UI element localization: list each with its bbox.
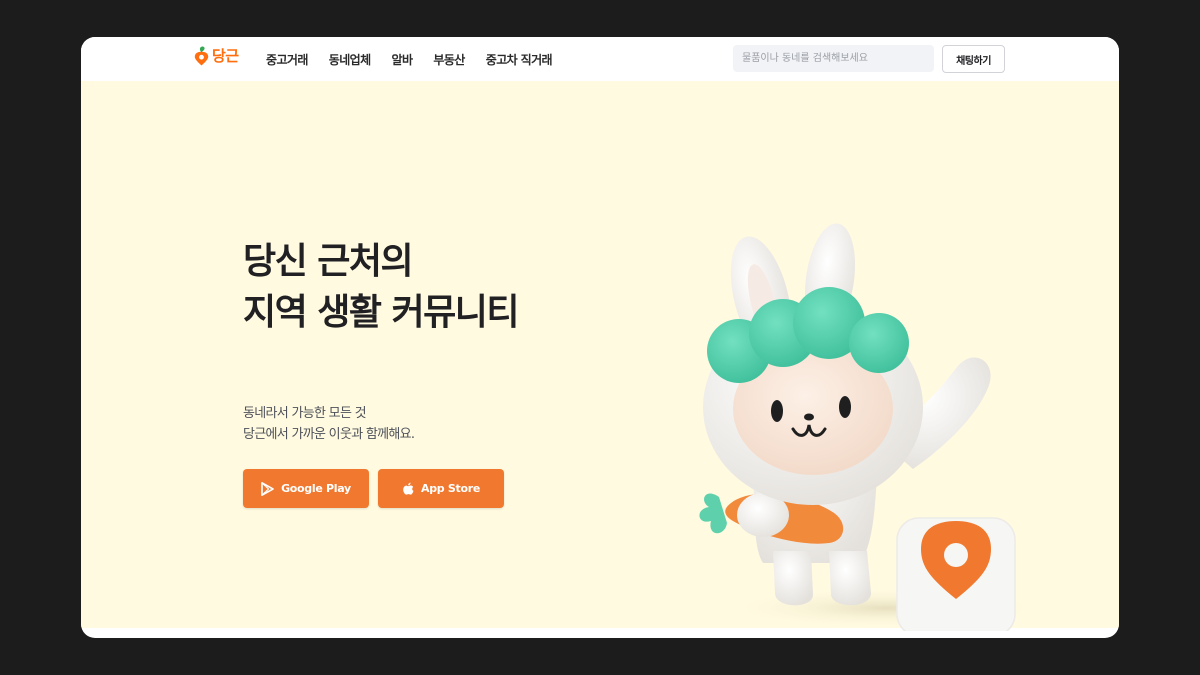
chat-button[interactable]: 채팅하기	[942, 45, 1005, 73]
headline-line-1: 당신 근처의	[243, 241, 414, 282]
menu-item-used-trade[interactable]: 중고거래	[266, 51, 308, 68]
headline-line-2: 지역 생활 커뮤니티	[243, 292, 520, 333]
menu-item-part-time-jobs[interactable]: 알바	[392, 51, 413, 68]
subtitle-line-1: 동네라서 가능한 모든 것	[243, 406, 367, 421]
brand-logo[interactable]: 당근	[194, 45, 239, 66]
bunny-mascot-illustration	[699, 223, 1021, 631]
carrot-pin-icon	[194, 46, 209, 65]
app-store-button[interactable]: App Store	[378, 469, 504, 508]
google-play-icon	[261, 481, 274, 496]
apple-icon	[403, 482, 414, 495]
brand-name: 당근	[212, 47, 239, 65]
menu-item-used-cars[interactable]: 중고차 직거래	[486, 51, 553, 68]
app-store-label: App Store	[420, 482, 480, 495]
hero-section: 당신 근처의 지역 생활 커뮤니티 동네라서 가능한 모든 것 당근에서 가까운…	[81, 81, 1119, 631]
search-input[interactable]	[733, 45, 934, 72]
hero-subtitle: 동네라서 가능한 모든 것 당근에서 가까운 이웃과 함께해요.	[243, 403, 415, 445]
hero-headline: 당신 근처의 지역 생활 커뮤니티	[243, 236, 520, 338]
subtitle-line-2: 당근에서 가까운 이웃과 함께해요.	[243, 427, 415, 442]
menu-item-real-estate[interactable]: 부동산	[433, 51, 465, 68]
menu-item-local-business[interactable]: 동네업체	[329, 51, 371, 68]
google-play-button[interactable]: Google Play	[243, 469, 369, 508]
google-play-label: Google Play	[281, 482, 351, 495]
browser-frame: 당근 중고거래 동네업체 알바 부동산 중고차 직거래 채팅하기 당신 근처의 …	[81, 37, 1119, 638]
top-navigation-bar: 당근 중고거래 동네업체 알바 부동산 중고차 직거래 채팅하기	[81, 37, 1119, 81]
main-menu: 중고거래 동네업체 알바 부동산 중고차 직거래	[266, 51, 573, 68]
